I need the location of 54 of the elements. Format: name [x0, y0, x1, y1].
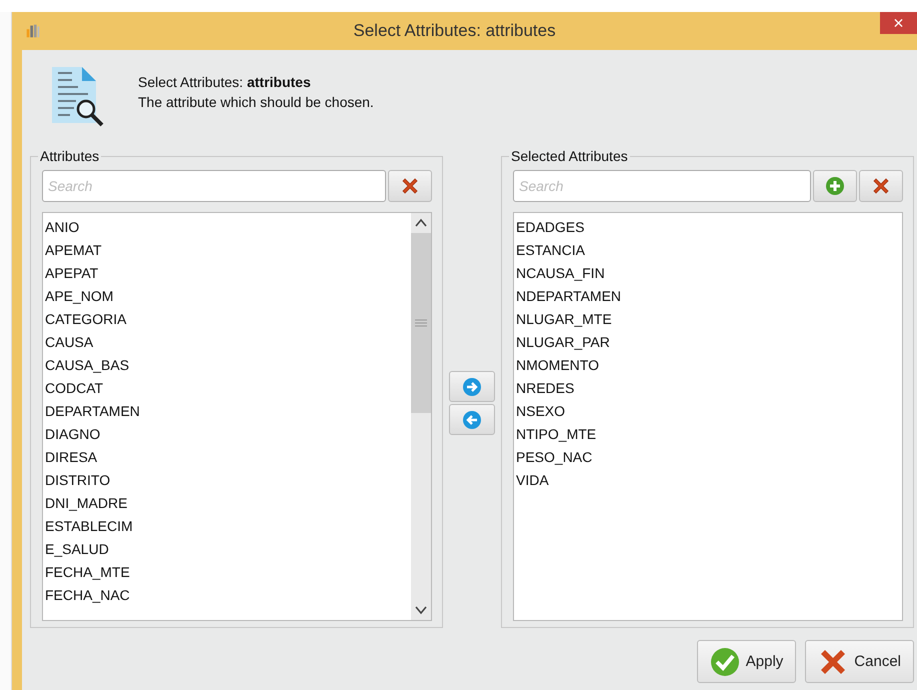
scroll-thumb[interactable] [411, 233, 431, 413]
list-item[interactable]: E_SALUD [45, 538, 409, 561]
dialog-description: The attribute which should be chosen. [138, 94, 374, 110]
list-item[interactable]: EDADGES [516, 216, 900, 239]
list-item[interactable]: VIDA [516, 469, 900, 492]
add-selected-button[interactable] [449, 371, 495, 402]
list-item[interactable]: APE_NOM [45, 285, 409, 308]
list-item[interactable]: NMOMENTO [516, 354, 900, 377]
panel-title: Selected Attributes [510, 148, 629, 164]
dialog-heading: Select Attributes: attributes [138, 74, 312, 90]
plus-icon [825, 176, 845, 196]
apply-button[interactable]: Apply [696, 640, 796, 683]
list-item[interactable]: ANIO [45, 216, 409, 239]
close-button[interactable]: × [880, 12, 917, 34]
close-icon [400, 176, 420, 196]
list-item[interactable]: NLUGAR_MTE [516, 308, 900, 331]
list-item[interactable]: ESTABLECIM [45, 515, 409, 538]
add-button[interactable] [813, 170, 857, 202]
arrow-left-icon [462, 410, 482, 430]
panel-title: Attributes [39, 148, 100, 164]
app-icon [24, 22, 42, 40]
list-item[interactable]: NDEPARTAMEN [516, 285, 900, 308]
search-field[interactable]: Search [42, 170, 386, 202]
list-item[interactable]: NCAUSA_FIN [516, 262, 900, 285]
list-item[interactable]: CAUSA [45, 331, 409, 354]
list-item[interactable]: CATEGORIA [45, 308, 409, 331]
list-item[interactable]: FECHA_NAC [45, 584, 409, 607]
arrow-right-icon [462, 376, 482, 396]
list-item[interactable]: NTIPO_MTE [516, 423, 900, 446]
list-item[interactable]: ESTANCIA [516, 239, 900, 262]
list-item[interactable]: APEMAT [45, 239, 409, 262]
list-item[interactable]: APEPAT [45, 262, 409, 285]
list-item[interactable]: CODCAT [45, 377, 409, 400]
clear-search-button[interactable] [859, 170, 903, 202]
list-item[interactable]: DEPARTAMEN [45, 400, 409, 423]
close-icon [871, 176, 891, 196]
list-item[interactable]: DNI_MADRE [45, 492, 409, 515]
cancel-button[interactable]: Cancel [805, 640, 914, 683]
list-item[interactable]: NREDES [516, 377, 900, 400]
check-icon [710, 646, 740, 676]
list-item[interactable]: DIAGNO [45, 423, 409, 446]
scrollbar[interactable] [411, 213, 431, 620]
list-item[interactable]: DIRESA [45, 446, 409, 469]
list-item[interactable]: NSEXO [516, 400, 900, 423]
document-search-icon [50, 65, 106, 129]
window-title: Select Attributes: attributes [352, 21, 557, 41]
clear-search-button[interactable] [388, 170, 432, 202]
list-item[interactable]: CAUSA_BAS [45, 354, 409, 377]
list-item[interactable]: PESO_NAC [516, 446, 900, 469]
list-item[interactable]: DISTRITO [45, 469, 409, 492]
remove-selected-button[interactable] [449, 404, 495, 435]
search-field[interactable]: Search [513, 170, 811, 202]
list-item[interactable]: NLUGAR_PAR [516, 331, 900, 354]
list-item[interactable]: FECHA_MTE [45, 561, 409, 584]
